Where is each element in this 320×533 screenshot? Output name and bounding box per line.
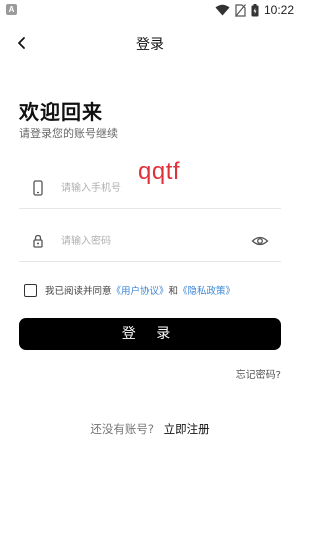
forgot-password-link[interactable]: 忘记密码? (236, 366, 281, 381)
no-sim-icon (235, 3, 246, 17)
user-agreement-link[interactable]: 《用户协议》 (112, 286, 169, 297)
agreement-joiner: 和 (168, 286, 179, 297)
login-screen: A 10:22 登录 欢迎回来 请登录您的账号继续 请输入手机号 qqtf 我已… (0, 0, 300, 533)
register-question: 还没有账号? (90, 422, 154, 436)
top-bar: 登录 (0, 28, 300, 58)
agreement-text: 我已阅读并同意《用户协议》和《隐私政策》 (45, 283, 235, 297)
wifi-icon (215, 4, 230, 16)
overlay-text: qqtf (138, 158, 181, 185)
agreement-row: 我已阅读并同意《用户协议》和《隐私政策》 (24, 281, 284, 299)
app-notification-icon: A (6, 4, 17, 15)
welcome-subtitle: 请登录您的账号继续 (19, 127, 118, 140)
agreement-prefix: 我已阅读并同意 (45, 286, 112, 297)
status-time: 10:22 (263, 3, 294, 17)
register-row: 还没有账号? 立即注册 (0, 421, 300, 437)
privacy-policy-link[interactable]: 《隐私政策》 (178, 286, 235, 297)
battery-icon (251, 3, 259, 16)
toggle-password-visibility[interactable] (251, 233, 269, 249)
eye-icon (251, 236, 269, 246)
register-link[interactable]: 立即注册 (164, 422, 210, 436)
password-input[interactable] (61, 231, 241, 251)
phone-icon (33, 180, 43, 196)
welcome-title: 欢迎回来 (19, 100, 103, 124)
login-button[interactable]: 登 录 (19, 318, 281, 350)
password-field-row (19, 221, 281, 262)
agreement-checkbox[interactable] (24, 283, 37, 297)
lock-icon (33, 234, 43, 248)
status-icons: 10:22 (215, 2, 294, 18)
page-title: 登录 (136, 37, 164, 53)
status-bar: A 10:22 (0, 0, 300, 20)
